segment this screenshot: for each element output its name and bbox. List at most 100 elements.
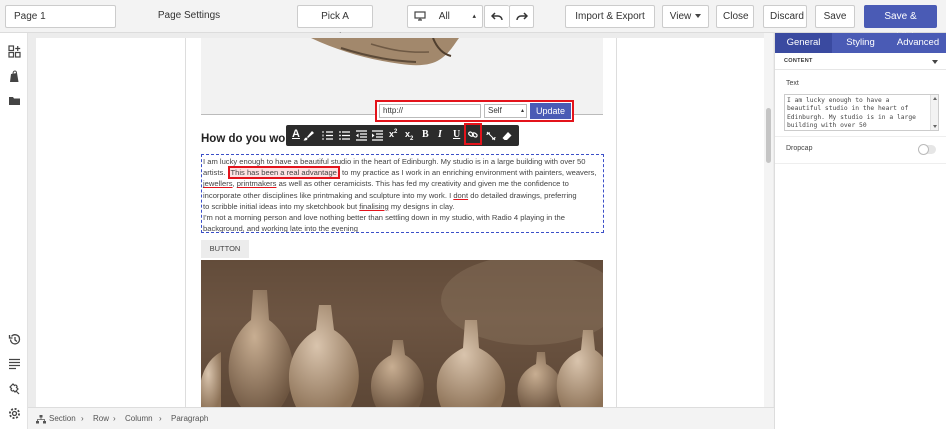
select-arrows-icon: ▴ bbox=[520, 108, 524, 114]
spelling-flag: jewellers bbox=[203, 179, 233, 189]
divider bbox=[775, 136, 946, 137]
redo-button[interactable] bbox=[509, 5, 534, 28]
tab-general[interactable]: General bbox=[775, 33, 832, 53]
scrollbar-thumb[interactable] bbox=[766, 108, 771, 163]
view-dropdown[interactable]: View bbox=[662, 5, 709, 28]
selected-text-highlight[interactable]: This has been a real advantage bbox=[227, 166, 340, 180]
device-value: All bbox=[438, 11, 450, 22]
select-arrows-icon: ▴ bbox=[472, 13, 476, 20]
pick-template-button[interactable]: Pick A Template bbox=[297, 5, 373, 43]
puzzle-icon[interactable] bbox=[8, 382, 21, 395]
save-button[interactable]: Save bbox=[815, 5, 855, 28]
folder-icon[interactable] bbox=[8, 94, 21, 107]
close-button[interactable]: Close bbox=[716, 5, 754, 28]
paragraph-line: I'm not a morning person and love nothin… bbox=[203, 213, 565, 223]
paragraph-line: artists. This has been a real advantage … bbox=[203, 166, 603, 180]
underline-icon[interactable]: U bbox=[453, 129, 460, 140]
discard-button[interactable]: Discard bbox=[763, 5, 807, 28]
view-label: View bbox=[669, 11, 692, 22]
breadcrumb-separator: › bbox=[81, 414, 84, 423]
paragraph-line: jewellers, printmakers as well as other … bbox=[203, 179, 569, 189]
layers-list-icon[interactable] bbox=[8, 357, 21, 370]
spelling-flag: dont bbox=[453, 190, 469, 200]
page-settings-dropdown[interactable]: Page Settings bbox=[150, 5, 228, 39]
link-target-value: Self bbox=[488, 106, 502, 115]
brush-icon[interactable] bbox=[303, 130, 314, 141]
page-content: http:// Self ▴ Update How do you work? A … bbox=[185, 38, 617, 407]
undo-button[interactable] bbox=[484, 5, 509, 28]
breadcrumb-column[interactable]: Column bbox=[125, 408, 153, 430]
scroll-down-arrow-icon[interactable] bbox=[933, 125, 937, 128]
italic-icon[interactable]: I bbox=[438, 129, 442, 140]
text-field-value: I am lucky enough to have a beautiful st… bbox=[787, 97, 916, 129]
eraser-icon[interactable] bbox=[502, 131, 512, 141]
import-export-label: Import & Export bbox=[575, 11, 645, 22]
top-toolbar: Page 1 Page Settings Pick A Template All… bbox=[0, 0, 946, 43]
paragraph-line: incorporate other disciplines like print… bbox=[203, 190, 603, 201]
indent-icon[interactable] bbox=[372, 130, 383, 141]
breadcrumb-row[interactable]: Row bbox=[93, 408, 109, 430]
page-name-input[interactable]: Page 1 bbox=[5, 5, 116, 28]
text-span: to scribble initial ideas into my sketch… bbox=[203, 201, 358, 211]
text-field-scrollbar[interactable] bbox=[930, 95, 938, 130]
import-export-dropdown[interactable]: Import & Export bbox=[565, 5, 655, 40]
canvas-scrollbar[interactable] bbox=[764, 33, 773, 407]
text-format-toolbar: A x2 x2 B I U bbox=[286, 123, 519, 146]
breadcrumb-paragraph[interactable]: Paragraph bbox=[171, 408, 208, 430]
ordered-list-icon[interactable] bbox=[322, 130, 333, 141]
subscript-icon[interactable]: x2 bbox=[405, 129, 413, 142]
history-icon[interactable] bbox=[8, 333, 21, 346]
settings-tabs: General Styling Advanced bbox=[775, 33, 946, 53]
text-span: artists. bbox=[203, 168, 226, 178]
link-target-select[interactable]: Self ▴ bbox=[484, 104, 527, 118]
save-publish-button[interactable]: Save & Publish bbox=[864, 5, 937, 43]
breadcrumb-section[interactable]: Section bbox=[49, 408, 76, 430]
undo-icon bbox=[490, 12, 503, 21]
link-update-button[interactable]: Update bbox=[530, 103, 571, 119]
content-button[interactable]: BUTTON bbox=[201, 240, 249, 258]
settings-panel: General Styling Advanced CONTENT Text I … bbox=[774, 33, 946, 429]
font-color-icon[interactable]: A bbox=[292, 128, 300, 140]
paragraph-line: background, and working late into the ev… bbox=[203, 224, 358, 233]
tab-advanced[interactable]: Advanced bbox=[889, 33, 946, 53]
text-span: to my practice as I work in an enriching… bbox=[342, 168, 597, 178]
pottery-image[interactable] bbox=[201, 260, 603, 407]
content-section-header[interactable]: CONTENT bbox=[775, 56, 946, 70]
superscript-icon[interactable]: x2 bbox=[389, 129, 397, 139]
bold-icon[interactable]: B bbox=[422, 129, 429, 140]
gear-icon[interactable] bbox=[8, 407, 21, 420]
unordered-list-icon[interactable] bbox=[339, 130, 350, 141]
link-url-input[interactable]: http:// bbox=[379, 104, 481, 118]
link-editor-popup: http:// Self ▴ Update bbox=[375, 100, 574, 122]
breadcrumb-separator: › bbox=[113, 414, 116, 423]
spelling-flag: printmakers bbox=[236, 179, 277, 189]
page-stage: http:// Self ▴ Update How do you work? A … bbox=[36, 38, 766, 407]
text-span: incorporate other disciplines like print… bbox=[203, 190, 452, 200]
add-module-icon[interactable] bbox=[8, 45, 21, 58]
pottery-vases bbox=[201, 260, 603, 407]
device-select[interactable]: All ▴ bbox=[407, 5, 483, 28]
text-span: do detailed drawings, preferring bbox=[470, 190, 577, 200]
spelling-flag: finalising bbox=[359, 201, 389, 211]
sitemap-icon bbox=[36, 415, 46, 424]
toggle-knob bbox=[918, 144, 929, 155]
shopify-icon[interactable] bbox=[8, 70, 21, 83]
text-field[interactable]: I am lucky enough to have a beautiful st… bbox=[784, 94, 939, 131]
monitor-icon bbox=[414, 11, 426, 21]
link-button-highlight[interactable] bbox=[464, 123, 482, 145]
paragraph-block[interactable]: I am lucky enough to have a beautiful st… bbox=[201, 154, 604, 233]
dropcap-label: Dropcap bbox=[786, 145, 813, 152]
link-icon bbox=[468, 131, 478, 138]
text-span: my designs in clay. bbox=[390, 201, 455, 211]
breadcrumb-separator: › bbox=[159, 414, 162, 423]
content-section-title: CONTENT bbox=[784, 58, 813, 64]
scroll-up-arrow-icon[interactable] bbox=[933, 97, 937, 100]
tab-styling[interactable]: Styling bbox=[832, 33, 889, 53]
outdent-icon[interactable] bbox=[356, 130, 367, 141]
collapse-caret-icon bbox=[932, 60, 938, 64]
paragraph-line: to scribble initial ideas into my sketch… bbox=[203, 201, 603, 212]
dropcap-toggle[interactable] bbox=[918, 144, 936, 155]
unlink-icon[interactable] bbox=[486, 131, 496, 141]
page-settings-label: Page Settings bbox=[157, 10, 221, 21]
left-sidebar bbox=[0, 33, 28, 429]
